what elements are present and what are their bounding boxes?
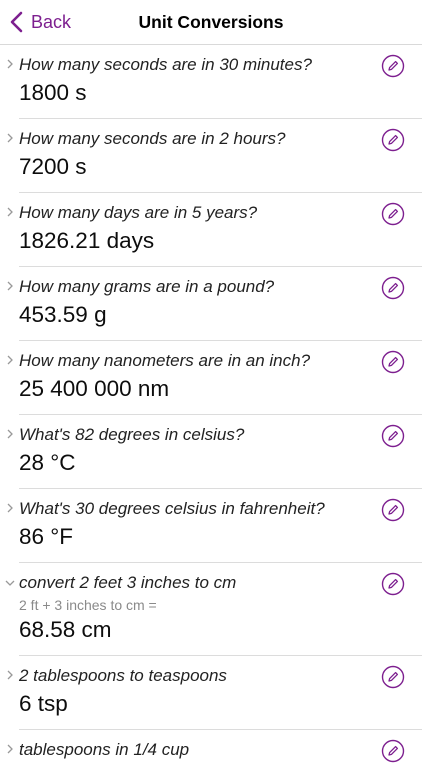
conversion-row[interactable]: What's 30 degrees celsius in fahrenheit?… xyxy=(0,489,422,563)
question-text: What's 30 degrees celsius in fahrenheit? xyxy=(19,499,325,518)
chevron-right-icon[interactable] xyxy=(6,355,14,365)
question-text: How many seconds are in 30 minutes? xyxy=(19,55,312,74)
answer-text: 453.59 g xyxy=(19,302,107,327)
chevron-right-icon[interactable] xyxy=(6,133,14,143)
navigation-bar: Back Unit Conversions xyxy=(0,0,422,45)
pencil-circle-icon[interactable] xyxy=(381,54,405,78)
question-text: How many grams are in a pound? xyxy=(19,277,275,296)
question-text: How many nanometers are in an inch? xyxy=(19,351,311,370)
pencil-circle-icon[interactable] xyxy=(381,202,405,226)
chevron-down-icon[interactable] xyxy=(5,579,15,587)
pencil-circle-icon[interactable] xyxy=(381,572,405,596)
conversion-row[interactable]: What's 82 degrees in celsius? 28 °C xyxy=(0,415,422,489)
conversion-row[interactable]: How many days are in 5 years? 1826.21 da… xyxy=(0,193,422,267)
pencil-circle-icon[interactable] xyxy=(381,665,405,689)
question-text: How many days are in 5 years? xyxy=(19,203,258,222)
pencil-circle-icon[interactable] xyxy=(381,128,405,152)
answer-text: 25 400 000 nm xyxy=(19,376,170,401)
conversion-row[interactable]: tablespoons in 1/4 cup xyxy=(0,730,422,763)
answer-text: 86 °F xyxy=(19,524,74,549)
chevron-right-icon[interactable] xyxy=(6,429,14,439)
conversion-row[interactable]: How many seconds are in 2 hours? 7200 s xyxy=(0,119,422,193)
answer-text: 7200 s xyxy=(19,154,87,179)
conversion-row[interactable]: How many nanometers are in an inch? 25 4… xyxy=(0,341,422,415)
chevron-right-icon[interactable] xyxy=(6,281,14,291)
question-text: How many seconds are in 2 hours? xyxy=(19,129,286,148)
question-text: What's 82 degrees in celsius? xyxy=(19,425,245,444)
conversion-list: How many seconds are in 30 minutes? 1800… xyxy=(0,45,422,763)
conversion-row[interactable]: How many seconds are in 30 minutes? 1800… xyxy=(0,45,422,119)
chevron-right-icon[interactable] xyxy=(6,59,14,69)
interpretation-text: 2 ft + 3 inches to cm = xyxy=(19,597,157,613)
answer-text: 6 tsp xyxy=(19,691,68,716)
chevron-right-icon[interactable] xyxy=(6,207,14,217)
pencil-circle-icon[interactable] xyxy=(381,739,405,763)
chevron-right-icon[interactable] xyxy=(6,744,14,754)
pencil-circle-icon[interactable] xyxy=(381,350,405,374)
conversion-row-expanded[interactable]: convert 2 feet 3 inches to cm 2 ft + 3 i… xyxy=(0,563,422,656)
question-text: convert 2 feet 3 inches to cm xyxy=(19,573,237,592)
conversion-row[interactable]: How many grams are in a pound? 453.59 g xyxy=(0,267,422,341)
answer-text: 1826.21 days xyxy=(19,228,155,253)
pencil-circle-icon[interactable] xyxy=(381,424,405,448)
question-text: tablespoons in 1/4 cup xyxy=(19,740,190,759)
answer-text: 28 °C xyxy=(19,450,76,475)
conversion-row[interactable]: 2 tablespoons to teaspoons 6 tsp xyxy=(0,656,422,730)
chevron-right-icon[interactable] xyxy=(6,503,14,513)
answer-text: 68.58 cm xyxy=(19,617,112,642)
page-title: Unit Conversions xyxy=(138,12,284,32)
pencil-circle-icon[interactable] xyxy=(381,276,405,300)
answer-text: 1800 s xyxy=(19,80,87,105)
pencil-circle-icon[interactable] xyxy=(381,498,405,522)
question-text: 2 tablespoons to teaspoons xyxy=(19,666,227,685)
chevron-right-icon[interactable] xyxy=(6,670,14,680)
